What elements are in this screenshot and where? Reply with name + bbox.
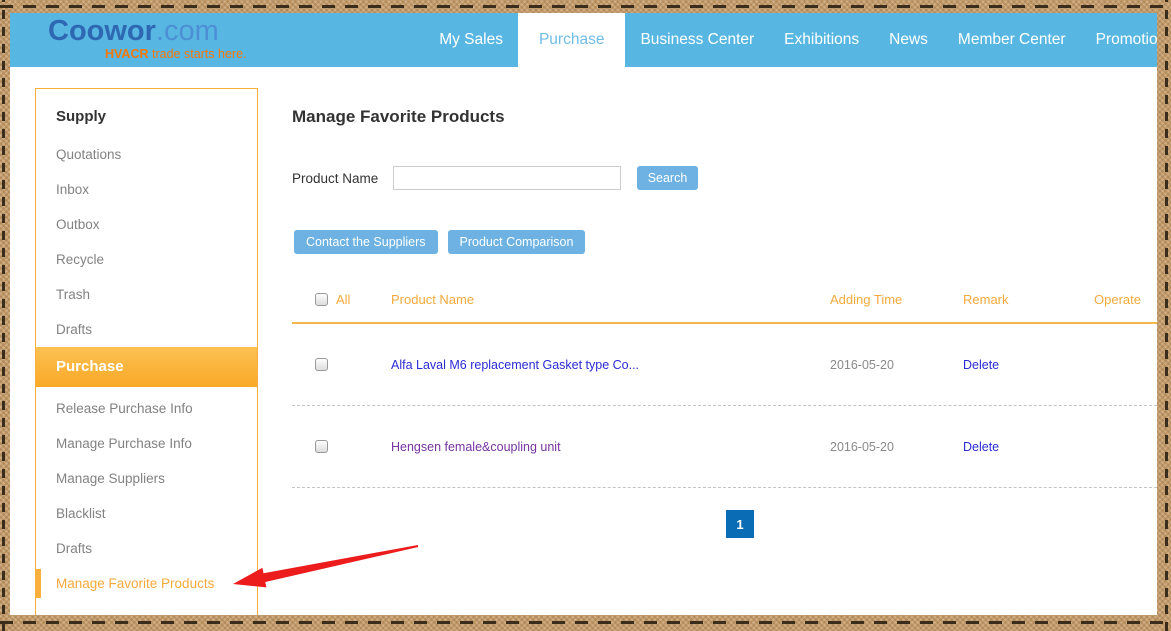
adding-time-value: 2016-05-20 [830, 440, 963, 454]
product-link[interactable]: Hengsen female&coupling unit [391, 440, 561, 454]
header-remark: Remark [963, 292, 1094, 307]
top-header: Coowor.com HVACR trade starts here. My S… [10, 13, 1157, 67]
sidebar-item-purchase-drafts[interactable]: Drafts [36, 531, 257, 566]
header-adding-time: Adding Time [830, 292, 963, 307]
product-link[interactable]: Alfa Laval M6 replacement Gasket type Co… [391, 358, 639, 372]
sidebar-item-release-purchase-info[interactable]: Release Purchase Info [36, 391, 257, 426]
page: Coowor.com HVACR trade starts here. My S… [0, 0, 1171, 631]
sidebar-item-manage-favorite-products[interactable]: Manage Favorite Products [36, 566, 257, 601]
brand-logo-suffix: .com [156, 15, 219, 47]
sidebar-item-blacklist[interactable]: Blacklist [36, 496, 257, 531]
table-row: Alfa Laval M6 replacement Gasket type Co… [292, 324, 1157, 406]
contact-suppliers-button[interactable]: Contact the Suppliers [294, 230, 438, 254]
frame-stitch-bottom [0, 621, 1171, 624]
search-button[interactable]: Search [637, 166, 698, 190]
brand-logo-main: Coowor [48, 15, 156, 47]
main-nav: My Sales Purchase Business Center Exhibi… [424, 13, 1157, 67]
frame-border-right [1157, 0, 1171, 631]
brand-tagline-bold: HVACR [105, 47, 149, 61]
active-item-indicator [35, 569, 41, 598]
adding-time-value: 2016-05-20 [830, 358, 963, 372]
search-row: Product Name Search [292, 165, 698, 191]
frame-stitch-left [2, 0, 5, 631]
brand-logo[interactable]: Coowor.com [48, 16, 219, 51]
sidebar-item-manage-suppliers[interactable]: Manage Suppliers [36, 461, 257, 496]
product-name-input[interactable] [393, 166, 621, 190]
sidebar-item-label: Manage Favorite Products [56, 576, 214, 591]
page-number-button[interactable]: 1 [726, 510, 754, 538]
table-row: Hengsen female&coupling unit 2016-05-20 … [292, 406, 1157, 488]
frame-stitch-top [0, 5, 1171, 8]
sidebar-item-quotations[interactable]: Quotations [36, 137, 257, 172]
nav-tab-promotions[interactable]: Promotions [1081, 13, 1157, 67]
search-label: Product Name [292, 171, 393, 186]
row-select-cell [292, 358, 391, 371]
row-checkbox[interactable] [315, 440, 328, 453]
header-select-all-cell: All [292, 292, 391, 307]
sidebar-section-supply: Supply [36, 89, 257, 137]
row-select-cell [292, 440, 391, 453]
brand-tagline-rest: trade starts here. [149, 47, 247, 61]
action-buttons: Contact the Suppliers Product Comparison [294, 230, 585, 254]
nav-tab-news[interactable]: News [874, 13, 943, 67]
select-all-checkbox[interactable] [315, 293, 328, 306]
favorite-products-table: All Product Name Adding Time Remark Oper… [292, 277, 1157, 488]
row-checkbox[interactable] [315, 358, 328, 371]
header-operate: Operate [1094, 292, 1157, 307]
delete-link[interactable]: Delete [963, 440, 999, 454]
sidebar-item-supply-drafts[interactable]: Drafts [36, 312, 257, 347]
nav-tab-my-sales[interactable]: My Sales [424, 13, 518, 67]
sidebar-item-inbox[interactable]: Inbox [36, 172, 257, 207]
pagination: 1 [726, 510, 754, 538]
header-product-name: Product Name [391, 292, 830, 307]
nav-tab-member-center[interactable]: Member Center [943, 13, 1081, 67]
nav-tab-business-center[interactable]: Business Center [625, 13, 769, 67]
sidebar-section-purchase[interactable]: Purchase [36, 347, 257, 387]
frame-stitch-right [1165, 0, 1168, 631]
sidebar-item-manage-purchase-info[interactable]: Manage Purchase Info [36, 426, 257, 461]
brand-tagline: HVACR trade starts here. [105, 47, 247, 61]
nav-tab-exhibitions[interactable]: Exhibitions [769, 13, 874, 67]
product-comparison-button[interactable]: Product Comparison [448, 230, 586, 254]
sidebar-item-trash[interactable]: Trash [36, 277, 257, 312]
select-all-label: All [336, 292, 350, 307]
sidebar: Supply Quotations Inbox Outbox Recycle T… [35, 88, 258, 628]
sidebar-item-outbox[interactable]: Outbox [36, 207, 257, 242]
delete-link[interactable]: Delete [963, 358, 999, 372]
page-title: Manage Favorite Products [292, 107, 505, 127]
sidebar-item-recycle[interactable]: Recycle [36, 242, 257, 277]
table-header-row: All Product Name Adding Time Remark Oper… [292, 277, 1157, 324]
nav-tab-purchase[interactable]: Purchase [518, 13, 625, 67]
